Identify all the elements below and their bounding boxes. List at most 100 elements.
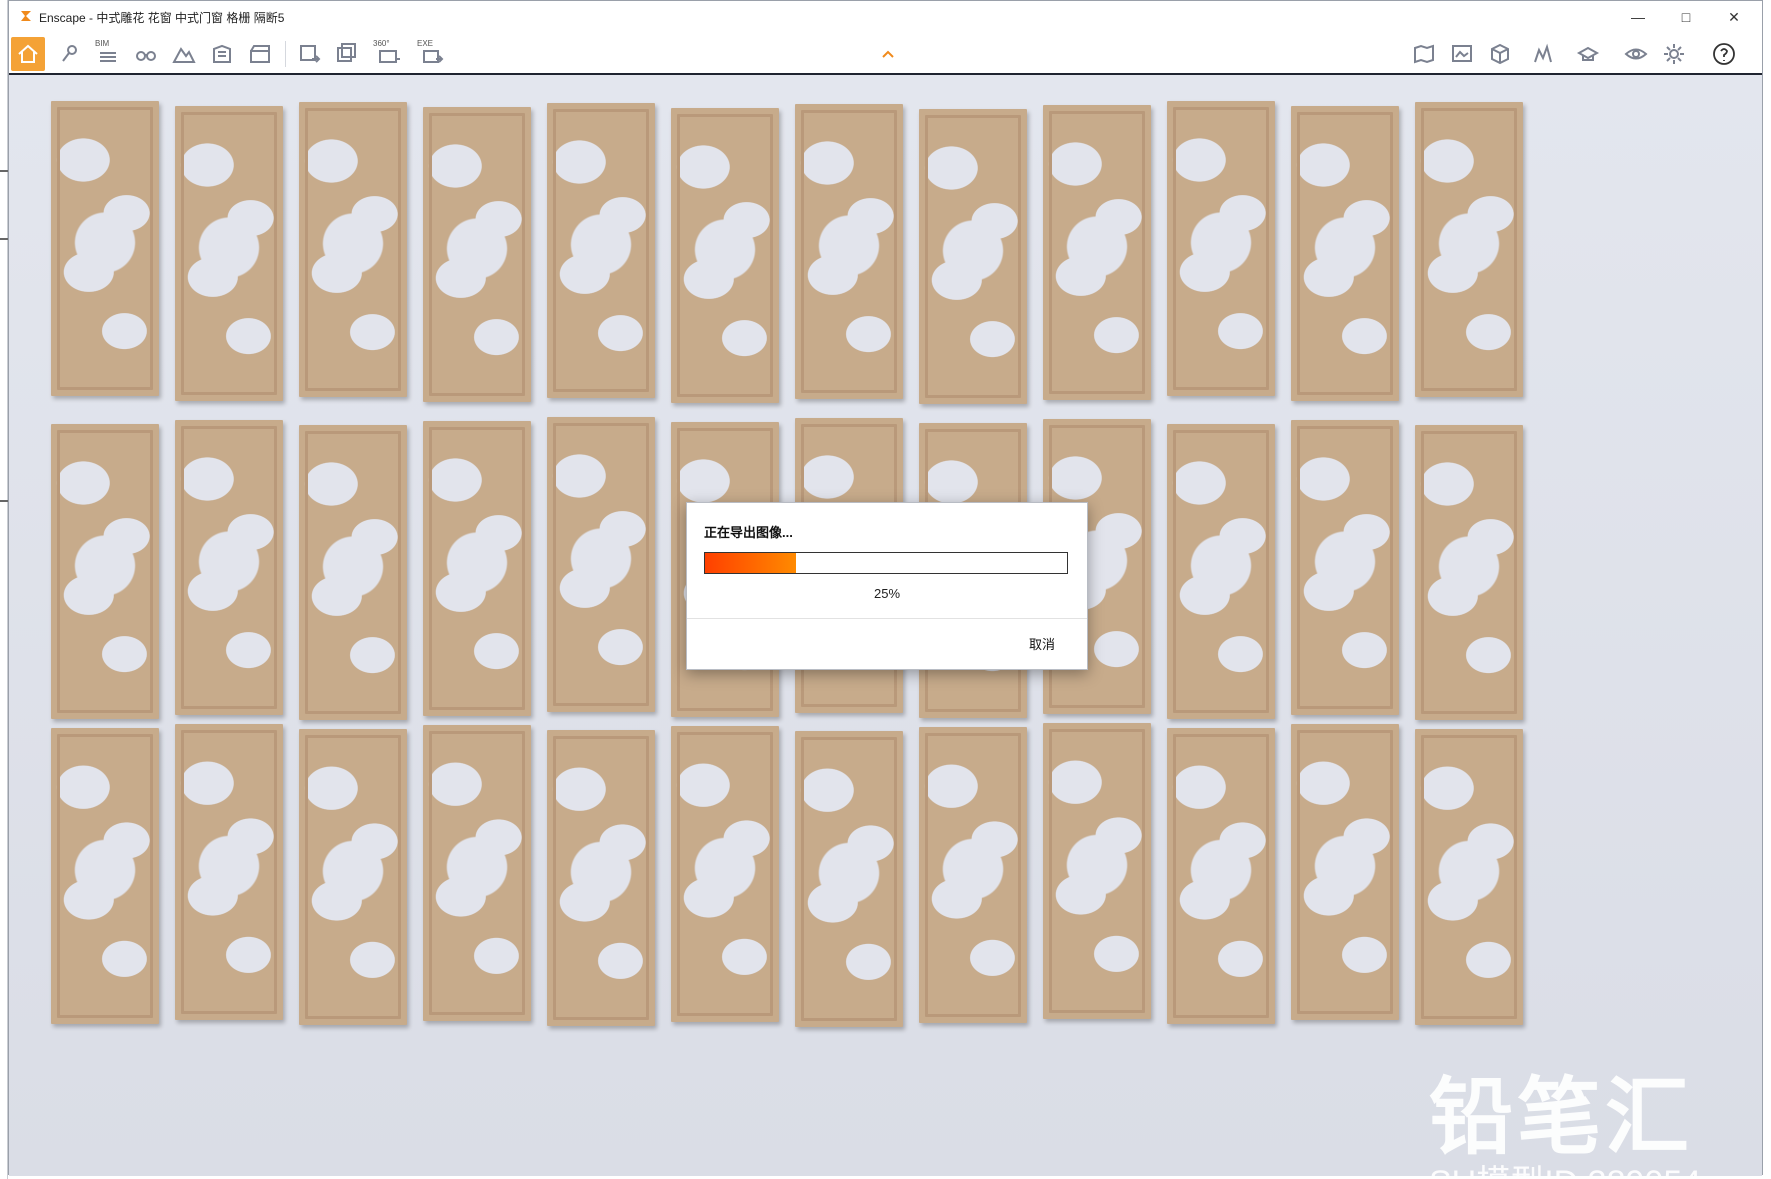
hat-button[interactable] <box>1571 37 1605 71</box>
panel-frame <box>553 736 649 1020</box>
cube-icon <box>1491 43 1509 65</box>
watermark-brand: 铅笔汇 <box>1429 1070 1694 1164</box>
export-progress-bar <box>704 552 1068 574</box>
panel-frame <box>181 730 277 1014</box>
clapper-icon <box>250 45 270 63</box>
panel-frame <box>1297 112 1393 395</box>
carved-screen-panel <box>1043 723 1151 1019</box>
chart-icon <box>1534 43 1552 63</box>
carved-screen-panel <box>1291 724 1399 1020</box>
panel-frame <box>553 109 649 392</box>
carved-screen-panel <box>175 106 283 401</box>
pin-icon <box>62 45 77 62</box>
panel-frame <box>57 107 153 390</box>
edge-mark <box>0 500 8 502</box>
minimize-button[interactable]: — <box>1618 5 1658 29</box>
building-button[interactable] <box>205 37 239 71</box>
panel-frame <box>553 423 649 706</box>
eye-button[interactable] <box>1619 37 1653 71</box>
progress-percent-label: 25% <box>873 586 901 601</box>
panel-frame <box>305 108 401 391</box>
binoculars-icon <box>136 51 156 61</box>
edge-mark <box>0 170 8 172</box>
toolbar-separator <box>285 41 286 67</box>
map-button[interactable] <box>1407 37 1441 71</box>
carved-screen-panel <box>1043 105 1151 400</box>
panel-frame <box>1421 735 1517 1019</box>
carved-screen-panel <box>1291 106 1399 401</box>
cube-button[interactable] <box>1483 37 1517 71</box>
panel-frame <box>305 431 401 714</box>
exe-export-button[interactable]: EXE <box>413 37 453 71</box>
carved-screen-panel <box>1167 101 1275 396</box>
panel-frame <box>1173 734 1269 1018</box>
carved-screen-panel <box>423 107 531 402</box>
map-icon <box>1414 44 1434 64</box>
gallery-button[interactable] <box>1445 37 1479 71</box>
gallery-icon <box>1452 45 1472 62</box>
help-button[interactable] <box>1707 37 1741 71</box>
carved-screen-panel <box>547 103 655 398</box>
carved-screen-panel <box>51 728 159 1024</box>
help-icon <box>1713 43 1735 65</box>
close-button[interactable]: ✕ <box>1714 5 1754 29</box>
panel-frame <box>57 734 153 1018</box>
video-button[interactable] <box>243 37 277 71</box>
batch-export-icon <box>337 43 356 62</box>
enscape-logo-icon <box>21 11 31 21</box>
carved-screen-panel <box>547 417 655 712</box>
panel-frame <box>925 115 1021 398</box>
main-toolbar: BIM 360° EXE <box>9 33 1762 75</box>
export-image-button[interactable] <box>293 37 327 71</box>
edge-mark <box>0 238 8 240</box>
carved-screen-panel <box>51 424 159 719</box>
mountain-icon <box>172 47 196 63</box>
carved-screen-panel <box>423 421 531 716</box>
panel-frame <box>181 112 277 395</box>
carved-screen-panel <box>547 730 655 1026</box>
settings-button[interactable] <box>1657 37 1691 71</box>
panel-frame <box>1297 730 1393 1014</box>
progress-fill <box>705 553 796 573</box>
panorama-label: 360° <box>373 39 390 48</box>
panel-frame <box>305 735 401 1019</box>
panel-frame <box>925 733 1021 1017</box>
hat-icon <box>1576 46 1600 61</box>
bim-label: BIM <box>95 39 110 48</box>
panel-frame <box>677 732 773 1016</box>
panel-frame <box>1173 430 1269 713</box>
exe-label: EXE <box>417 39 434 48</box>
home-icon <box>18 44 38 63</box>
collapse-caret-icon[interactable] <box>881 49 895 59</box>
eye-icon <box>1624 48 1648 60</box>
maximize-button[interactable]: □ <box>1666 5 1706 29</box>
panel-frame <box>1049 111 1145 394</box>
panel-frame <box>1421 108 1517 391</box>
cancel-button[interactable]: 取消 <box>1029 634 1055 653</box>
dialog-separator <box>687 618 1087 619</box>
panel-frame <box>801 737 897 1021</box>
panel-frame <box>57 430 153 713</box>
pin-button[interactable] <box>53 37 87 71</box>
watermark-model-id: SU模型ID:389054 <box>1429 1155 1701 1176</box>
carved-screen-panel <box>795 104 903 399</box>
carved-screen-panel <box>1167 728 1275 1024</box>
chart-button[interactable] <box>1527 37 1561 71</box>
dialog-title: 正在导出图像... <box>704 525 793 540</box>
title-bar: Enscape - 中式雕花 花窗 中式门窗 格栅 隔断5 — □ ✕ <box>9 1 1762 33</box>
binoculars-button[interactable] <box>129 37 163 71</box>
panorama-button[interactable]: 360° <box>369 37 409 71</box>
panel-frame <box>1049 729 1145 1013</box>
carved-screen-panel <box>1415 729 1523 1025</box>
panel-frame <box>429 113 525 396</box>
home-button[interactable] <box>11 37 45 71</box>
panel-frame <box>429 427 525 710</box>
mountain-button[interactable] <box>167 37 201 71</box>
carved-screen-panel <box>919 109 1027 404</box>
bim-button[interactable]: BIM <box>91 37 125 71</box>
building-icon <box>213 44 231 63</box>
carved-screen-panel <box>1415 102 1523 397</box>
carved-screen-panel <box>1291 420 1399 715</box>
batch-export-button[interactable] <box>331 37 365 71</box>
panel-frame <box>181 426 277 709</box>
